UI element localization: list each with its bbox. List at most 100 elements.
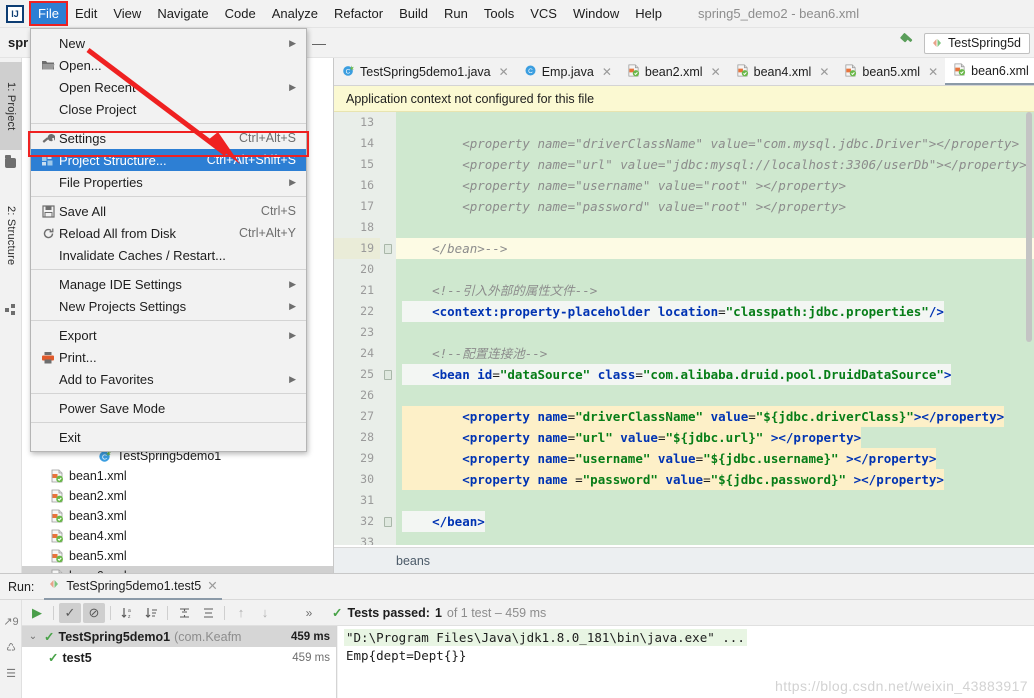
- menu-item-add-to-favorites[interactable]: Add to Favorites ▶: [31, 368, 306, 390]
- collapse-all-button[interactable]: [197, 603, 219, 623]
- menu-item-print[interactable]: Print...: [31, 346, 306, 368]
- editor-tab-testspring5demo1-java[interactable]: C TestSpring5demo1.java ✕: [334, 58, 516, 85]
- menu-edit[interactable]: Edit: [67, 2, 105, 25]
- editor-tab-bean5-xml[interactable]: bean5.xml ✕: [836, 58, 945, 85]
- menu-build[interactable]: Build: [391, 2, 436, 25]
- menu-help[interactable]: Help: [627, 2, 670, 25]
- close-icon[interactable]: ✕: [819, 65, 829, 79]
- line-number: 15: [334, 154, 380, 175]
- menu-item-power-save-mode[interactable]: Power Save Mode: [31, 397, 306, 419]
- menu-item-exit[interactable]: Exit: [31, 426, 306, 448]
- tree-item-bean2-xml[interactable]: bean2.xml: [22, 486, 333, 506]
- breadcrumb[interactable]: beans: [334, 547, 1034, 573]
- xml-spring-file-icon: [50, 549, 64, 563]
- next-test-button[interactable]: ↓: [254, 603, 276, 623]
- fold-marker-icon[interactable]: [384, 243, 392, 254]
- menu-item-close-project[interactable]: Close Project: [31, 98, 306, 120]
- tree-item-bean1-xml[interactable]: bean1.xml: [22, 466, 333, 486]
- menu-item-project-structure[interactable]: Project Structure... Ctrl+Alt+Shift+S: [31, 149, 306, 171]
- tree-item-bean3-xml[interactable]: bean3.xml: [22, 506, 333, 526]
- menu-item-open-recent[interactable]: Open Recent ▶: [31, 76, 306, 98]
- code-line-text: </bean>-->: [402, 241, 508, 256]
- build-hammer-icon[interactable]: [898, 33, 918, 53]
- code-line-current: 19 </bean>-->: [334, 238, 1034, 259]
- close-icon[interactable]: ✕: [602, 65, 612, 79]
- close-icon[interactable]: ✕: [207, 578, 217, 593]
- test-tree-row-class[interactable]: ⌄ ✓ TestSpring5demo1 (com.Keafm 459 ms: [22, 626, 336, 647]
- menu-item-export[interactable]: Export ▶: [31, 324, 306, 346]
- code-line: 14 <property name="driverClassName" valu…: [334, 133, 1034, 154]
- printer-icon: [37, 351, 59, 364]
- fold-gutter: [380, 175, 396, 196]
- chevron-down-icon[interactable]: ⌄: [26, 631, 40, 642]
- editor-tab-bean2-xml[interactable]: bean2.xml ✕: [619, 58, 728, 85]
- run-configuration-selector[interactable]: TestSpring5d: [924, 32, 1030, 54]
- menu-vcs[interactable]: VCS: [522, 2, 565, 25]
- menu-navigate[interactable]: Navigate: [149, 2, 216, 25]
- minimize-tool-window-button[interactable]: —: [305, 28, 333, 58]
- menu-item-new[interactable]: New ▶: [31, 32, 306, 54]
- previous-test-button[interactable]: ↑: [230, 603, 252, 623]
- fold-marker-icon[interactable]: [384, 516, 392, 527]
- sidebar-item-structure[interactable]: 2: Structure: [0, 188, 22, 284]
- close-icon[interactable]: ✕: [928, 65, 938, 79]
- menu-item-open[interactable]: Open...: [31, 54, 306, 76]
- sort-alphabetically-button[interactable]: az: [116, 603, 138, 623]
- editor-tab-emp-java[interactable]: C Emp.java ✕: [516, 58, 619, 85]
- menu-item-save-all[interactable]: Save All Ctrl+S: [31, 200, 306, 222]
- editor-tab-bean4-xml[interactable]: bean4.xml ✕: [728, 58, 837, 85]
- fold-gutter: [380, 427, 396, 448]
- line-number: 29: [334, 448, 380, 469]
- close-icon[interactable]: ✕: [499, 65, 509, 79]
- code-line: 33: [334, 532, 1034, 545]
- toggle-auto-test-icon[interactable]: ♺: [4, 640, 18, 654]
- menu-item-label: Invalidate Caches / Restart...: [59, 247, 226, 263]
- sort-by-duration-button[interactable]: [140, 603, 162, 623]
- run-tab-testspring5demo1-test5[interactable]: TestSpring5demo1.test5 ✕: [44, 574, 222, 600]
- menu-item-settings[interactable]: Settings Ctrl+Alt+S: [31, 127, 306, 149]
- editor-vertical-scrollbar[interactable]: [1024, 112, 1034, 545]
- menu-refactor[interactable]: Refactor: [326, 2, 391, 25]
- rerun-failed-icon[interactable]: ↗9: [3, 614, 18, 628]
- menu-view[interactable]: View: [105, 2, 149, 25]
- code-line: 13: [334, 112, 1034, 133]
- test-tree-row-method[interactable]: ✓ test5 459 ms: [22, 647, 336, 668]
- hide-ignored-toggle[interactable]: ⊘: [83, 602, 105, 623]
- fold-gutter[interactable]: [380, 238, 396, 259]
- menu-window[interactable]: Window: [565, 2, 627, 25]
- menu-item-reload-all-from-disk[interactable]: Reload All from Disk Ctrl+Alt+Y: [31, 222, 306, 244]
- tree-item-bean6-xml[interactable]: bean6.xml: [22, 566, 333, 573]
- close-icon[interactable]: ✕: [711, 65, 721, 79]
- more-options-button[interactable]: »: [298, 603, 320, 623]
- fold-marker-icon[interactable]: [384, 369, 392, 380]
- code-line-text: <property name="driverClassName" value="…: [402, 136, 1020, 151]
- expand-all-button[interactable]: [173, 603, 195, 623]
- sidebar-item-project[interactable]: 1: Project: [0, 62, 22, 150]
- test-results-tree[interactable]: ⌄ ✓ TestSpring5demo1 (com.Keafm 459 ms ✓…: [22, 626, 337, 698]
- menu-file[interactable]: File: [29, 1, 68, 26]
- menu-item-new-projects-settings[interactable]: New Projects Settings ▶: [31, 295, 306, 317]
- show-passed-toggle[interactable]: ✓: [59, 602, 81, 623]
- menu-analyze[interactable]: Analyze: [264, 2, 326, 25]
- fold-gutter[interactable]: [380, 511, 396, 532]
- run-left-icon-strip: ↗9 ♺ ☰: [0, 600, 22, 698]
- menu-tools[interactable]: Tools: [476, 2, 522, 25]
- tree-item-bean5-xml[interactable]: bean5.xml: [22, 546, 333, 566]
- menu-item-manage-ide-settings[interactable]: Manage IDE Settings ▶: [31, 273, 306, 295]
- file-menu-dropdown[interactable]: New ▶ Open... Open Recent ▶ Close Projec…: [30, 28, 307, 452]
- rerun-button[interactable]: ▶: [26, 603, 48, 623]
- submenu-arrow-icon: ▶: [289, 300, 296, 311]
- fold-gutter[interactable]: [380, 364, 396, 385]
- menu-item-invalidate-caches[interactable]: Invalidate Caches / Restart...: [31, 244, 306, 266]
- editor-tab-bean6-xml[interactable]: bean6.xml: [945, 58, 1034, 85]
- menu-code[interactable]: Code: [217, 2, 264, 25]
- menu-run[interactable]: Run: [436, 2, 476, 25]
- menu-item-file-properties[interactable]: File Properties ▶: [31, 171, 306, 193]
- settings-icon[interactable]: ☰: [4, 666, 18, 680]
- tree-item-label: bean2.xml: [69, 489, 127, 503]
- code-editor[interactable]: 13 14 <property name="driverClassName" v…: [334, 112, 1034, 545]
- tree-item-bean4-xml[interactable]: bean4.xml: [22, 526, 333, 546]
